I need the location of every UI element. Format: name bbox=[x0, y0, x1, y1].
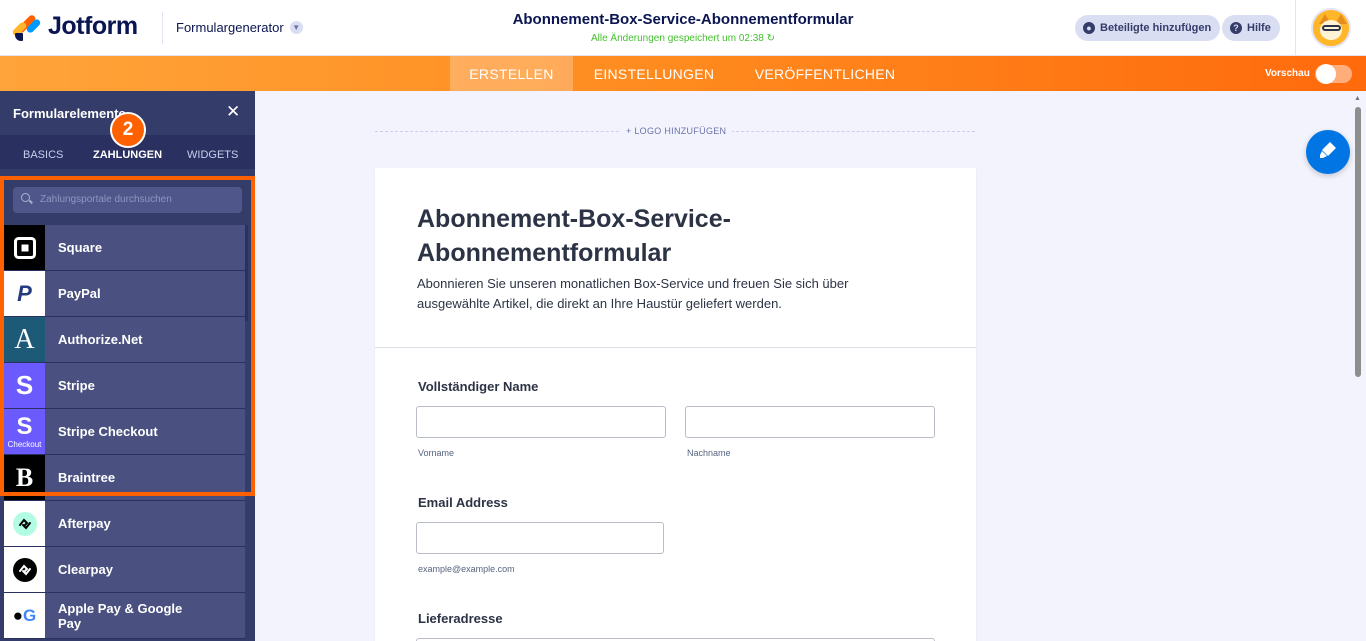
payment-list: Square P PayPal A Authorize.Net S Stripe… bbox=[4, 225, 245, 639]
email-field[interactable] bbox=[416, 522, 664, 554]
list-item-stripe[interactable]: S Stripe bbox=[4, 363, 245, 409]
list-item-authorize-net[interactable]: A Authorize.Net bbox=[4, 317, 245, 363]
form-generator-label: Formulargenerator bbox=[176, 20, 284, 35]
authorize-net-icon: A bbox=[4, 317, 45, 362]
first-name-input[interactable] bbox=[416, 406, 666, 438]
list-item-braintree[interactable]: B Braintree bbox=[4, 455, 245, 501]
close-icon[interactable]: ✕ bbox=[226, 102, 240, 122]
step-badge: 2 bbox=[110, 112, 146, 148]
form-designer-button[interactable] bbox=[1306, 130, 1350, 174]
add-logo-button[interactable]: + LOGO HINZUFÜGEN bbox=[620, 126, 733, 136]
form-generator-dropdown[interactable]: Formulargenerator ▼ bbox=[176, 20, 303, 35]
last-name-input[interactable] bbox=[685, 406, 935, 438]
tab-veroeffentlichen[interactable]: VERÖFFENTLICHEN bbox=[735, 56, 915, 91]
builder-nav: ERSTELLEN EINSTELLUNGEN VERÖFFENTLICHEN … bbox=[0, 56, 1366, 91]
help-button[interactable]: ? Hilfe bbox=[1222, 15, 1280, 41]
list-item-label: Stripe Checkout bbox=[58, 424, 158, 439]
square-icon bbox=[4, 225, 45, 270]
email-sublabel: example@example.com bbox=[418, 564, 515, 574]
form-description[interactable]: Abonnieren Sie unseren monatlichen Box-S… bbox=[417, 274, 917, 314]
scroll-up-icon[interactable]: ▲ bbox=[1354, 95, 1361, 102]
list-item-label: Apple Pay & Google Pay bbox=[58, 601, 183, 631]
tab-zahlungen[interactable]: ZAHLUNGEN bbox=[93, 149, 162, 161]
checkout-caption: Checkout bbox=[7, 440, 42, 449]
list-item-paypal[interactable]: P PayPal bbox=[4, 271, 245, 317]
panel-title: Formularelemente bbox=[13, 106, 126, 121]
user-avatar[interactable] bbox=[1311, 8, 1351, 48]
list-item-label: Authorize.Net bbox=[58, 332, 143, 347]
list-item-apple-google-pay[interactable]: ● G Apple Pay & Google Pay bbox=[4, 593, 245, 639]
apple-google-pay-icon: ● G bbox=[4, 593, 45, 638]
jotform-logo[interactable]: Jotform bbox=[11, 12, 138, 41]
list-item-clearpay[interactable]: Clearpay bbox=[4, 547, 245, 593]
tab-basics[interactable]: BASICS bbox=[23, 149, 63, 161]
question-icon: ? bbox=[1230, 22, 1242, 34]
help-label: Hilfe bbox=[1247, 22, 1271, 34]
header-divider bbox=[162, 12, 163, 44]
list-item-label: Afterpay bbox=[58, 516, 111, 531]
address-label: Lieferadresse bbox=[418, 611, 503, 626]
preview-toggle[interactable] bbox=[1315, 64, 1352, 84]
stripe-icon: S bbox=[4, 363, 45, 408]
form-title-header[interactable]: Abonnement-Box-Service-Abonnementformula… bbox=[433, 11, 933, 28]
paint-brush-icon bbox=[1320, 142, 1336, 158]
form-canvas: + LOGO HINZUFÜGEN Abonnement-Box-Service… bbox=[255, 91, 1366, 641]
full-name-label: Vollständiger Name bbox=[418, 379, 539, 394]
heading-separator bbox=[375, 347, 976, 348]
list-item-label: Clearpay bbox=[58, 562, 113, 577]
list-item-label: PayPal bbox=[58, 286, 101, 301]
tab-erstellen[interactable]: ERSTELLEN bbox=[450, 56, 573, 91]
list-item-square[interactable]: Square bbox=[4, 225, 245, 271]
scrollbar-thumb[interactable] bbox=[1355, 107, 1361, 377]
jotform-logo-icon bbox=[11, 13, 42, 41]
paypal-icon: P bbox=[4, 271, 45, 316]
tab-einstellungen[interactable]: EINSTELLUNGEN bbox=[573, 56, 735, 91]
list-item-stripe-checkout[interactable]: S Checkout Stripe Checkout bbox=[4, 409, 245, 455]
save-status: Alle Änderungen gespeichert um 02:38 ↻ bbox=[590, 33, 776, 44]
list-item-label: Square bbox=[58, 240, 103, 255]
list-item-label: Stripe bbox=[58, 378, 95, 393]
form-card: Abonnement-Box-Service-Abonnementformula… bbox=[375, 168, 976, 641]
form-heading[interactable]: Abonnement-Box-Service-Abonnementformula… bbox=[417, 202, 857, 270]
email-label: Email Address bbox=[418, 495, 508, 510]
list-item-afterpay[interactable]: Afterpay bbox=[4, 501, 245, 547]
page-scrollbar[interactable]: ▲ bbox=[1354, 95, 1362, 641]
user-icon: ● bbox=[1083, 22, 1095, 34]
braintree-icon: B bbox=[4, 455, 45, 500]
clearpay-icon bbox=[4, 547, 45, 592]
form-elements-panel: Formularelemente ✕ BASICS ZAHLUNGEN WIDG… bbox=[0, 91, 255, 641]
list-item-label: Braintree bbox=[58, 470, 116, 485]
add-participants-label: Beteiligte hinzufügen bbox=[1100, 22, 1212, 34]
panel-scrollbar[interactable] bbox=[245, 225, 248, 321]
search-placeholder: Zahlungsportale durchsuchen bbox=[40, 194, 172, 205]
top-header: Jotform Formulargenerator ▼ Abonnement-B… bbox=[0, 0, 1366, 56]
payment-search-input[interactable]: Zahlungsportale durchsuchen bbox=[13, 187, 242, 213]
last-name-sublabel: Nachname bbox=[687, 448, 731, 458]
first-name-sublabel: Vorname bbox=[418, 448, 455, 458]
stripe-checkout-icon: S Checkout bbox=[4, 409, 45, 454]
add-participants-button[interactable]: ● Beteiligte hinzufügen bbox=[1075, 15, 1221, 41]
chevron-down-icon: ▼ bbox=[289, 21, 303, 34]
brand-name: Jotform bbox=[48, 12, 138, 40]
tab-widgets[interactable]: WIDGETS bbox=[187, 149, 238, 161]
search-icon bbox=[21, 193, 30, 202]
afterpay-icon bbox=[4, 501, 45, 546]
header-divider-right bbox=[1295, 0, 1296, 56]
preview-label: Vorschau bbox=[1265, 68, 1310, 79]
